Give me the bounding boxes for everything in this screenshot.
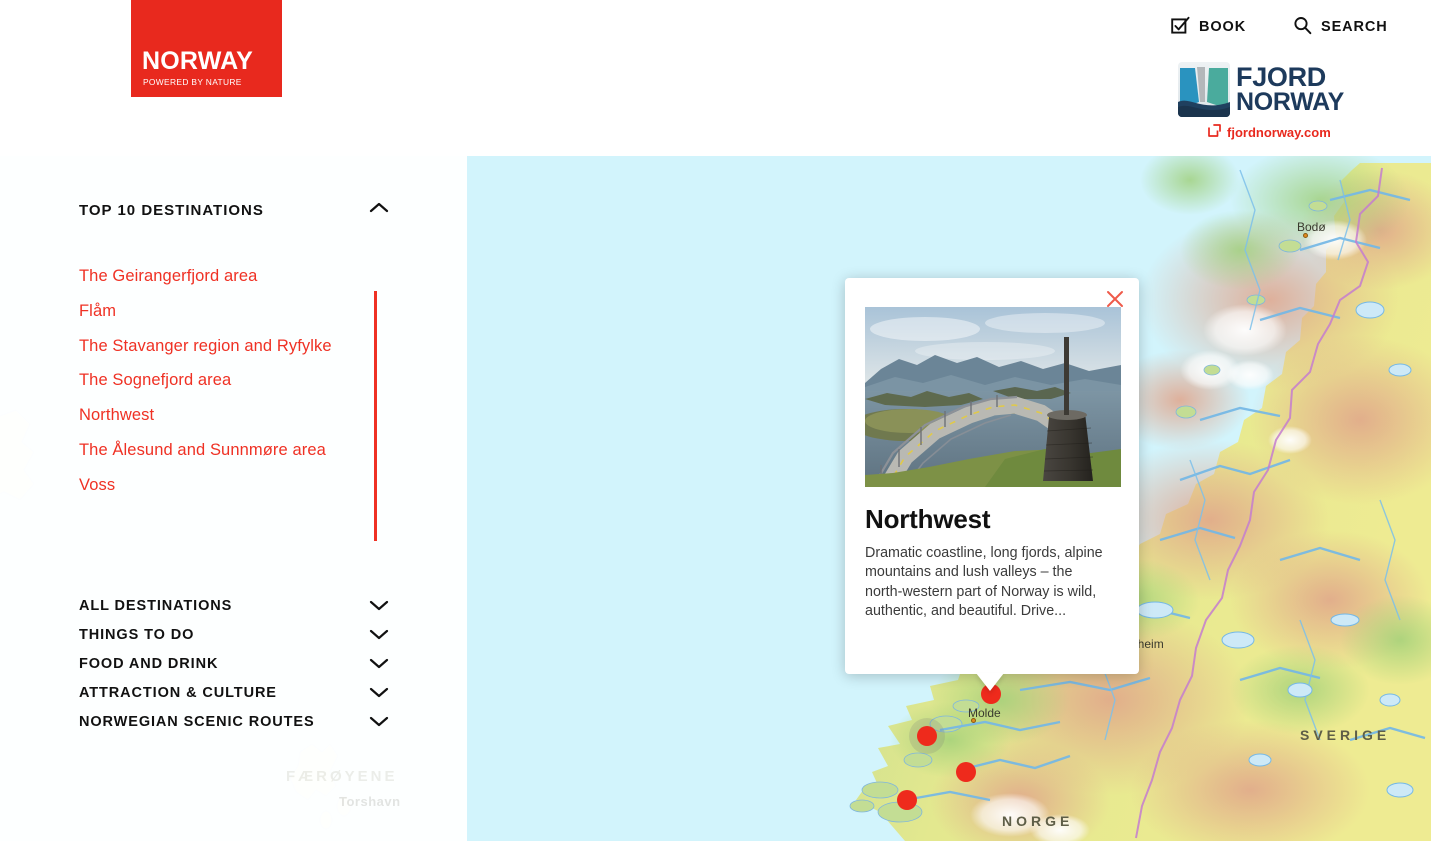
- norway-logo-tagline: POWERED BY NATURE: [143, 77, 242, 87]
- accordion-top10-header[interactable]: TOP 10 DESTINATIONS: [79, 201, 389, 219]
- destination-list-scrollbar[interactable]: [374, 291, 377, 541]
- popup-pointer: [976, 673, 1004, 691]
- scrollbar-thumb[interactable]: [374, 291, 377, 541]
- fjordnorway-url-link[interactable]: fjordnorway.com: [1208, 124, 1331, 140]
- sidebar-item-attraction-culture[interactable]: ATTRACTION & CULTURE: [79, 679, 389, 708]
- sidebar-item-food-and-drink[interactable]: FOOD AND DRINK: [79, 650, 389, 679]
- destination-link-voss[interactable]: Voss: [79, 468, 376, 503]
- chevron-up-icon: [369, 201, 389, 219]
- destination-link-flam[interactable]: Flåm: [79, 294, 376, 329]
- popup-photo: [865, 307, 1121, 487]
- popup-title: Northwest: [865, 504, 991, 534]
- fjord-norway-logo[interactable]: FJORD NORWAY: [1178, 62, 1344, 120]
- fjordnorway-url-label: fjordnorway.com: [1227, 124, 1331, 140]
- sidebar: TOP 10 DESTINATIONS The Geirangerfjord a…: [0, 156, 467, 841]
- norway-brand-logo[interactable]: NORWAY POWERED BY NATURE: [131, 0, 282, 97]
- marker-nordfjord[interactable]: [897, 790, 917, 810]
- chevron-down-icon: [369, 656, 389, 674]
- sidebar-item-scenic-routes[interactable]: NORWEGIAN SCENIC ROUTES: [79, 708, 389, 737]
- destination-link-nordfjord[interactable]: Nordfjord: [79, 503, 376, 513]
- chevron-down-icon: [369, 627, 389, 645]
- chevron-down-icon: [369, 714, 389, 732]
- book-link[interactable]: BOOK: [1171, 16, 1246, 39]
- sidebar-section-list: ALL DESTINATIONS THINGS TO DO FOOD AND D…: [79, 592, 389, 737]
- top10-destination-list[interactable]: The Geirangerfjord area Flåm The Stavang…: [79, 259, 376, 513]
- sidebar-item-things-to-do[interactable]: THINGS TO DO: [79, 621, 389, 650]
- accordion-top10-label: TOP 10 DESTINATIONS: [79, 201, 264, 219]
- destination-link-northwest[interactable]: Northwest: [79, 398, 376, 433]
- search-link[interactable]: SEARCH: [1293, 16, 1388, 39]
- destination-link-geirangerfjord[interactable]: The Geirangerfjord area: [79, 259, 376, 294]
- sidebar-item-label: ATTRACTION & CULTURE: [79, 685, 277, 702]
- popup-description: Dramatic coastline, long fjords, alpine …: [865, 545, 1103, 619]
- sidebar-item-label: NORWEGIAN SCENIC ROUTES: [79, 714, 315, 731]
- sidebar-item-label: THINGS TO DO: [79, 627, 195, 644]
- chevron-down-icon: [369, 685, 389, 703]
- fjord-logo-wordmark: FJORD NORWAY: [1236, 62, 1344, 117]
- sidebar-item-label: FOOD AND DRINK: [79, 656, 219, 673]
- destination-link-alesund[interactable]: The Ålesund and Sunnmøre area: [79, 433, 376, 468]
- norway-logo-wordmark: NORWAY: [142, 47, 253, 75]
- search-icon: [1293, 16, 1312, 39]
- chevron-down-icon: [369, 598, 389, 616]
- search-link-label: SEARCH: [1321, 19, 1388, 36]
- book-link-label: BOOK: [1199, 19, 1247, 36]
- marker-geiranger[interactable]: [956, 762, 976, 782]
- sidebar-item-label: ALL DESTINATIONS: [79, 598, 233, 615]
- fjord-logo-line2: NORWAY: [1236, 88, 1344, 117]
- marker-alesund[interactable]: [917, 726, 937, 746]
- fjord-logo-mark: [1178, 62, 1230, 117]
- destination-link-stavanger[interactable]: The Stavanger region and Ryfylke: [79, 329, 376, 364]
- checkbox-check-icon: [1171, 16, 1190, 39]
- sidebar-item-all-destinations[interactable]: ALL DESTINATIONS: [79, 592, 389, 621]
- page-root: Bodø Molde dheim SVERIGE NORGE FÆRØYENE …: [0, 0, 1431, 841]
- fjord-logo-line1: FJORD: [1236, 62, 1327, 92]
- destination-link-sognefjord[interactable]: The Sognefjord area: [79, 363, 376, 398]
- external-link-icon: [1208, 124, 1221, 140]
- map-info-popup[interactable]: Northwest Dramatic coastline, long fjord…: [845, 278, 1139, 691]
- site-header: NORWAY POWERED BY NATURE BOOK SEARCH FJO…: [0, 0, 1431, 156]
